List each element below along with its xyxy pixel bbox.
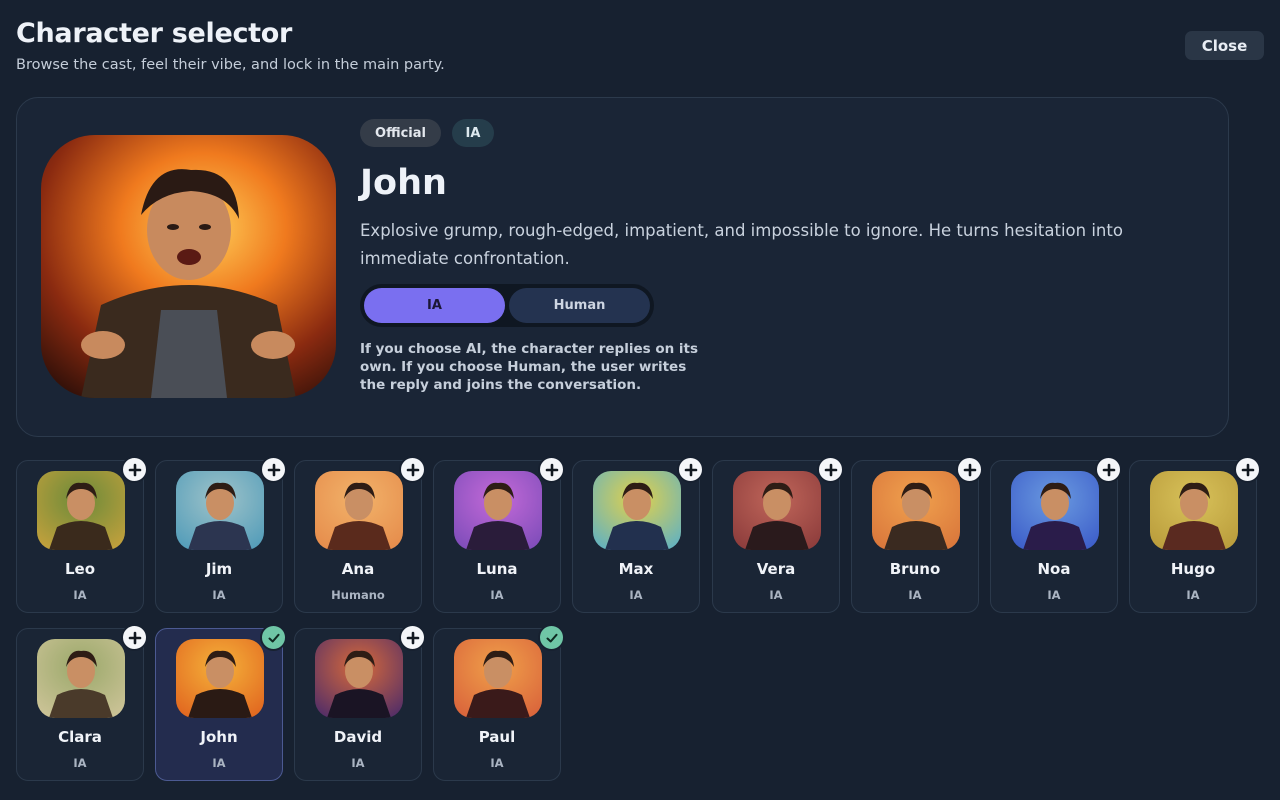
character-card[interactable]: Bruno IA xyxy=(851,456,983,613)
character-name: Bruno xyxy=(889,560,941,578)
character-name: Hugo xyxy=(1170,560,1216,578)
character-avatar-image xyxy=(315,639,403,718)
character-name: Max xyxy=(618,560,654,578)
character-mode: IA xyxy=(212,756,226,770)
character-mode: IA xyxy=(490,756,504,770)
character-name: Ana xyxy=(341,560,375,578)
character-avatar-image xyxy=(1150,471,1238,550)
character-mode: IA xyxy=(1047,588,1061,602)
character-avatar-image xyxy=(315,471,403,550)
featured-character-name: John xyxy=(360,163,447,203)
character-avatar-image xyxy=(37,471,125,550)
check-icon xyxy=(267,631,281,645)
character-mode: IA xyxy=(629,588,643,602)
character-card[interactable]: David IA xyxy=(294,624,426,781)
ia-badge: IA xyxy=(452,119,494,147)
character-card[interactable]: Noa IA xyxy=(990,456,1122,613)
official-badge: Official xyxy=(360,119,441,147)
character-mode: IA xyxy=(212,588,226,602)
add-to-party-button[interactable] xyxy=(121,624,148,651)
character-name: Paul xyxy=(478,728,516,746)
character-card[interactable]: Leo IA xyxy=(16,456,148,613)
character-name: Luna xyxy=(476,560,518,578)
character-mode: IA xyxy=(1186,588,1200,602)
plus-icon xyxy=(684,463,698,477)
plus-icon xyxy=(545,463,559,477)
character-mode: IA xyxy=(73,756,87,770)
character-mode: Humano xyxy=(331,588,385,602)
add-to-party-button[interactable] xyxy=(956,456,983,483)
character-name: Vera xyxy=(756,560,796,578)
character-avatar-image xyxy=(454,639,542,718)
plus-icon xyxy=(406,463,420,477)
plus-icon xyxy=(1102,463,1116,477)
featured-portrait-image xyxy=(41,135,336,398)
featured-character-description: Explosive grump, rough-edged, impatient,… xyxy=(360,221,1123,268)
character-avatar-image xyxy=(37,639,125,718)
character-card[interactable]: John IA xyxy=(155,624,287,781)
featured-character-panel: Official IA John Explosive grump, rough-… xyxy=(16,97,1229,437)
character-avatar-image xyxy=(454,471,542,550)
character-name: Noa xyxy=(1037,560,1071,578)
character-mode: IA xyxy=(73,588,87,602)
character-mode: IA xyxy=(769,588,783,602)
character-card[interactable]: Vera IA xyxy=(712,456,844,613)
character-avatar-image xyxy=(176,639,264,718)
character-mode: IA xyxy=(490,588,504,602)
character-name: John xyxy=(200,728,238,746)
mode-option-human[interactable]: Human xyxy=(509,288,650,323)
character-card[interactable]: Jim IA xyxy=(155,456,287,613)
add-to-party-button[interactable] xyxy=(399,624,426,651)
character-avatar-image xyxy=(872,471,960,550)
character-avatar-image xyxy=(593,471,681,550)
mode-option-ia[interactable]: IA xyxy=(364,288,505,323)
check-icon xyxy=(545,631,559,645)
character-card[interactable]: Max IA xyxy=(572,456,704,613)
add-to-party-button[interactable] xyxy=(538,456,565,483)
character-name: Leo xyxy=(64,560,96,578)
character-name: David xyxy=(333,728,383,746)
mode-help-text: If you choose AI, the character replies … xyxy=(360,341,699,393)
character-avatar-image xyxy=(733,471,821,550)
plus-icon xyxy=(1241,463,1255,477)
add-to-party-button[interactable] xyxy=(399,456,426,483)
character-card[interactable]: Paul IA xyxy=(433,624,565,781)
add-to-party-button[interactable] xyxy=(677,456,704,483)
character-name: Jim xyxy=(205,560,233,578)
character-mode: IA xyxy=(908,588,922,602)
in-party-check-button[interactable] xyxy=(538,624,565,651)
in-party-check-button[interactable] xyxy=(260,624,287,651)
page-title: Character selector xyxy=(16,18,293,49)
add-to-party-button[interactable] xyxy=(1095,456,1122,483)
character-card[interactable]: Ana Humano xyxy=(294,456,426,613)
page-subtitle: Browse the cast, feel their vibe, and lo… xyxy=(16,57,445,73)
character-mode: IA xyxy=(351,756,365,770)
close-button[interactable]: Close xyxy=(1185,31,1264,60)
add-to-party-button[interactable] xyxy=(121,456,148,483)
plus-icon xyxy=(267,463,281,477)
plus-icon xyxy=(824,463,838,477)
plus-icon xyxy=(128,631,142,645)
mode-toggle: IA Human xyxy=(360,284,654,327)
character-avatar-image xyxy=(1011,471,1099,550)
character-card[interactable]: Luna IA xyxy=(433,456,565,613)
plus-icon xyxy=(406,631,420,645)
character-name: Clara xyxy=(58,728,102,746)
character-card[interactable]: Hugo IA xyxy=(1129,456,1261,613)
add-to-party-button[interactable] xyxy=(817,456,844,483)
character-card[interactable]: Clara IA xyxy=(16,624,148,781)
character-avatar-image xyxy=(176,471,264,550)
add-to-party-button[interactable] xyxy=(260,456,287,483)
add-to-party-button[interactable] xyxy=(1234,456,1261,483)
plus-icon xyxy=(963,463,977,477)
plus-icon xyxy=(128,463,142,477)
